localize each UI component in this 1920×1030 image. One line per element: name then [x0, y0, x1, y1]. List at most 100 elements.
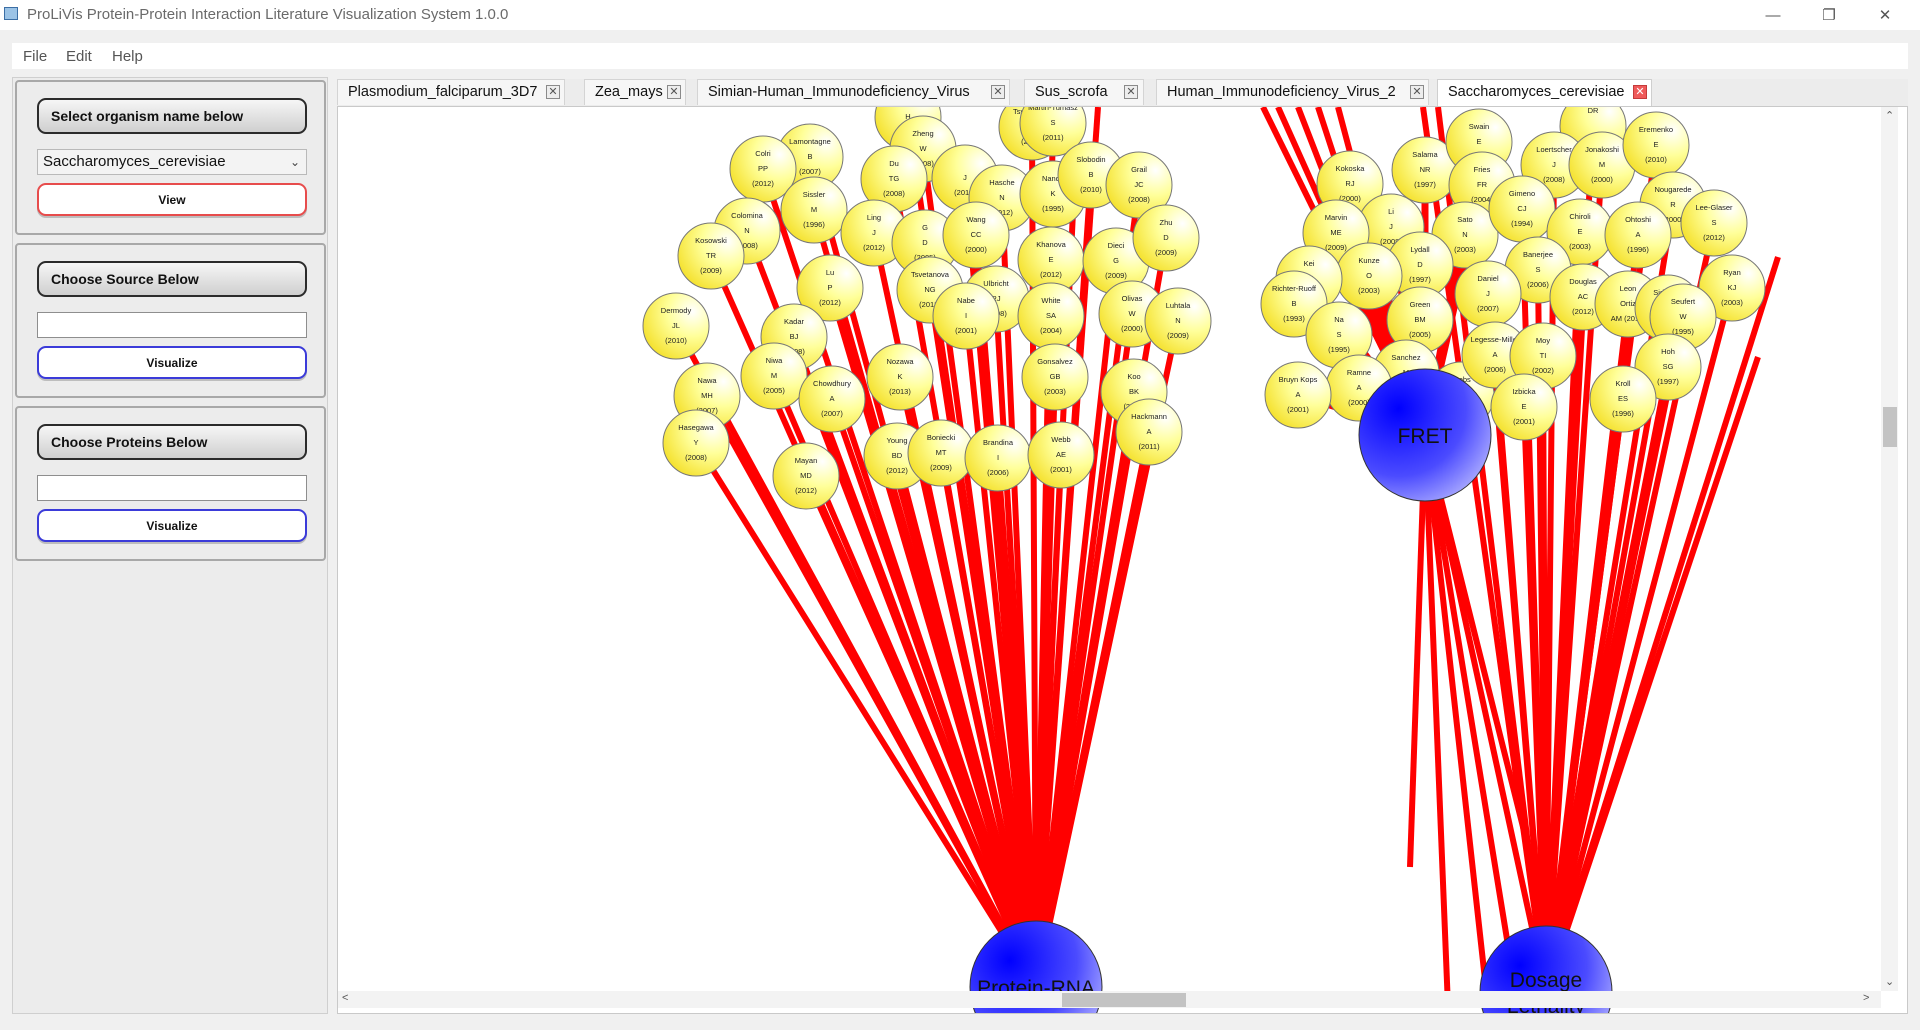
- vertical-scroll-thumb[interactable]: [1883, 407, 1897, 447]
- author-node-label: Swain: [1469, 122, 1489, 131]
- app-icon: [4, 7, 18, 20]
- author-node-label: (2006): [1484, 365, 1506, 374]
- author-node-label: SG: [1663, 362, 1674, 371]
- author-node-label: (2008): [685, 453, 707, 462]
- menu-file[interactable]: File: [23, 48, 47, 65]
- author-node-label: Zhu: [1160, 218, 1173, 227]
- author-node-label: (2009): [1155, 248, 1177, 257]
- minimize-button[interactable]: —: [1750, 0, 1796, 30]
- author-node-label: Gimeno: [1509, 189, 1535, 198]
- author-node[interactable]: Hackmann A (2011): [1115, 398, 1183, 466]
- author-node-label: Kosowski: [695, 236, 727, 245]
- control-sidebar: Select organism name below Saccharomyces…: [12, 77, 328, 1014]
- tab-sus-scrofa[interactable]: Sus_scrofa ✕: [1024, 79, 1144, 105]
- author-node[interactable]: Daniel J (2007): [1454, 260, 1522, 328]
- interaction-graph[interactable]: NakanoH(2004)TsvetanovaNG(2010)Martin-Tu…: [338, 107, 1908, 1014]
- author-node-label: Green: [1410, 300, 1431, 309]
- tab-label: Human_Immunodeficiency_Virus_2: [1167, 84, 1396, 100]
- author-node[interactable]: Webb AE (2001): [1027, 421, 1095, 489]
- author-node[interactable]: Eremenko E (2010): [1622, 111, 1690, 179]
- author-node-label: Fries: [1474, 165, 1491, 174]
- close-icon[interactable]: ✕: [1124, 85, 1138, 99]
- author-node-label: (2006): [1527, 280, 1549, 289]
- author-node-label: ES: [1618, 394, 1628, 403]
- close-icon[interactable]: ✕: [1633, 85, 1647, 99]
- author-node[interactable]: Kroll ES (1996): [1589, 365, 1657, 433]
- author-node[interactable]: Nabe I (2001): [932, 282, 1000, 350]
- author-node-label: Luhtala: [1166, 301, 1191, 310]
- vertical-scrollbar[interactable]: ⌃ ⌄: [1881, 107, 1898, 991]
- author-node-label: Sanchez: [1391, 353, 1420, 362]
- close-icon[interactable]: ✕: [546, 85, 560, 99]
- author-node[interactable]: Chowdhury A (2007): [798, 365, 866, 433]
- menu-help[interactable]: Help: [112, 48, 143, 65]
- horizontal-scroll-thumb[interactable]: [1062, 993, 1186, 1007]
- scroll-up-icon[interactable]: ⌃: [1885, 109, 1894, 122]
- tab-plasmodium-falciparum[interactable]: Plasmodium_falciparum_3D7 ✕: [337, 79, 565, 105]
- visualize-proteins-button[interactable]: Visualize: [37, 509, 307, 542]
- author-node-label: A: [1146, 427, 1151, 436]
- source-node-label: FRET: [1398, 425, 1453, 448]
- author-node-label: A: [829, 394, 834, 403]
- author-node[interactable]: Nozawa K (2013): [866, 343, 934, 411]
- author-node[interactable]: Dermody JL (2010): [642, 292, 710, 360]
- organism-select[interactable]: Saccharomyces_cerevisiae ⌄: [37, 149, 307, 175]
- author-node[interactable]: Kunze O (2003): [1335, 242, 1403, 310]
- author-node[interactable]: White SA (2004): [1017, 282, 1085, 350]
- author-node[interactable]: Brandina I (2006): [964, 424, 1032, 492]
- author-node[interactable]: Hasegawa Y (2008): [662, 409, 730, 477]
- close-icon[interactable]: ✕: [1410, 85, 1424, 99]
- scroll-left-icon[interactable]: <: [342, 992, 348, 1004]
- menu-edit[interactable]: Edit: [66, 48, 92, 65]
- tab-saccharomyces-cerevisiae[interactable]: Saccharomyces_cerevisiae ✕: [1437, 79, 1652, 107]
- author-node-label: AE: [1056, 450, 1066, 459]
- author-node-label: (1997): [1409, 275, 1431, 284]
- author-node-label: A: [1295, 390, 1300, 399]
- author-node[interactable]: Kosowski TR (2009): [677, 222, 745, 290]
- view-button[interactable]: View: [37, 183, 307, 216]
- author-node[interactable]: Mayan MD (2012): [772, 442, 840, 510]
- close-icon[interactable]: ✕: [667, 85, 681, 99]
- author-node-label: CJ: [1517, 204, 1526, 213]
- author-node[interactable]: Niwa M (2005): [740, 342, 808, 410]
- tab-label: Sus_scrofa: [1035, 84, 1108, 100]
- tab-human-immunodeficiency-virus-2[interactable]: Human_Immunodeficiency_Virus_2 ✕: [1156, 79, 1429, 105]
- author-node-label: W: [1128, 309, 1136, 318]
- chevron-down-icon: ⌄: [289, 155, 300, 169]
- source-field[interactable]: [37, 312, 307, 338]
- close-icon[interactable]: ✕: [991, 85, 1005, 99]
- author-node[interactable]: Boniecki MT (2009): [907, 419, 975, 487]
- title-bar: ProLiVis Protein-Protein Interaction Lit…: [0, 0, 1920, 30]
- author-node[interactable]: Bruyn Kops A (2001): [1264, 361, 1332, 429]
- author-node[interactable]: Luhtala N (2009): [1144, 287, 1212, 355]
- author-node-label: N: [744, 226, 749, 235]
- author-node[interactable]: Gonsalvez GB (2003): [1021, 343, 1089, 411]
- author-node[interactable]: Zhu D (2009): [1132, 204, 1200, 272]
- restore-button[interactable]: ❐: [1806, 0, 1852, 30]
- author-node-label: (2008): [1128, 195, 1150, 204]
- close-window-button[interactable]: ✕: [1862, 0, 1908, 30]
- source-node-fret[interactable]: FRET: [1358, 368, 1492, 502]
- author-node-label: TG: [889, 174, 900, 183]
- author-node[interactable]: Lee-Glaser S (2012): [1680, 189, 1748, 257]
- author-node[interactable]: Gimeno CJ (1994): [1488, 175, 1556, 243]
- scroll-down-icon[interactable]: ⌄: [1885, 975, 1894, 988]
- horizontal-scrollbar[interactable]: < >: [338, 991, 1881, 1008]
- author-node-label: (2003): [1569, 242, 1591, 251]
- author-node[interactable]: Wang CC (2000): [942, 201, 1010, 269]
- author-node-label: FR: [1477, 180, 1488, 189]
- author-node-label: (2010): [1645, 155, 1667, 164]
- visualize-source-button[interactable]: Visualize: [37, 346, 307, 379]
- author-node[interactable]: Izbicka E (2001): [1490, 373, 1558, 441]
- author-node-label: (2012): [1040, 270, 1062, 279]
- scroll-right-icon[interactable]: >: [1863, 992, 1869, 1004]
- graph-canvas[interactable]: NakanoH(2004)TsvetanovaNG(2010)Martin-Tu…: [337, 106, 1908, 1014]
- tab-simian-human-immunodeficiency-virus[interactable]: Simian-Human_Immunodeficiency_Virus ✕: [697, 79, 1010, 105]
- author-node-label: Marvin: [1325, 213, 1348, 222]
- author-node[interactable]: Sissler M (1996): [780, 176, 848, 244]
- proteins-field[interactable]: [37, 475, 307, 501]
- author-node-label: D: [1163, 233, 1169, 242]
- tab-zea-mays[interactable]: Zea_mays ✕: [584, 79, 686, 105]
- author-node-label: MH: [701, 391, 713, 400]
- author-node[interactable]: Ohtoshi A (1996): [1604, 201, 1672, 269]
